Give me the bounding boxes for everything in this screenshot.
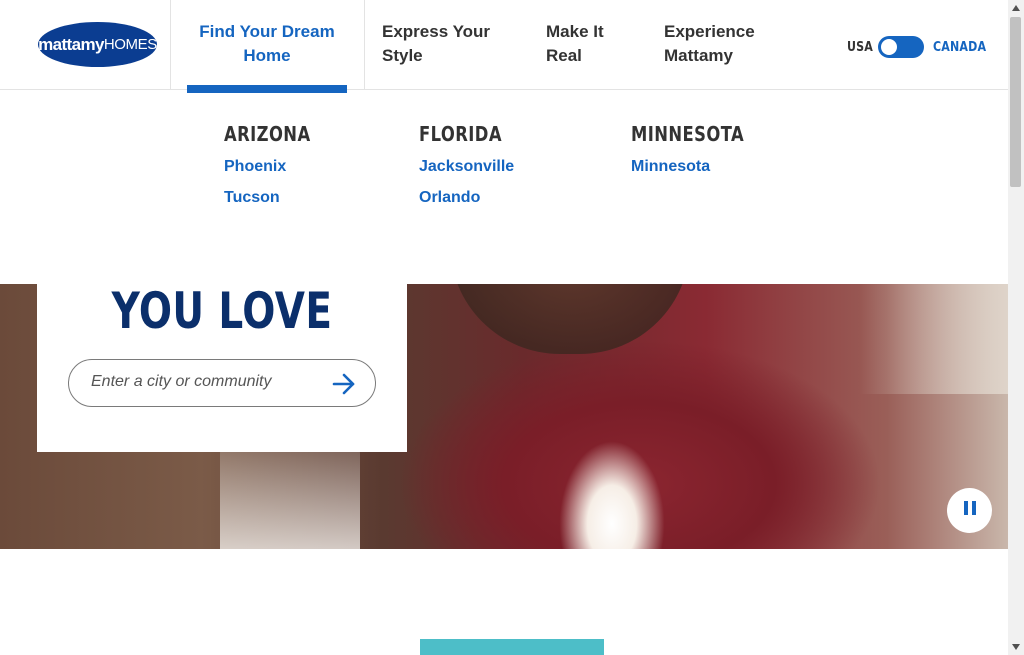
mega-menu-dropdown: ARIZONA Phoenix Tucson FLORIDA Jacksonvi… xyxy=(0,90,1008,284)
menu-column-title: MINNESOTA xyxy=(631,122,745,146)
mattamy-homes-logo[interactable]: mattamy HOMES xyxy=(38,22,157,67)
hero-title: YOU LOVE xyxy=(111,282,333,340)
nav-find-your-dream-home[interactable]: Find Your Dream Home xyxy=(190,20,344,68)
region-switch[interactable] xyxy=(878,36,924,58)
hero-search-card: YOU LOVE xyxy=(37,282,407,452)
active-nav-indicator xyxy=(187,85,347,93)
menu-link-orlando[interactable]: Orlando xyxy=(419,189,520,207)
scroll-down-arrow-icon[interactable] xyxy=(1008,639,1024,655)
menu-link-tucson[interactable]: Tucson xyxy=(224,189,330,207)
region-usa-label[interactable]: USA xyxy=(847,40,873,55)
search-submit-arrow-icon[interactable] xyxy=(331,371,357,397)
logo-text-bold: mattamy xyxy=(38,34,104,54)
nav-express-your-style[interactable]: Express Your Style xyxy=(382,20,490,68)
menu-link-jacksonville[interactable]: Jacksonville xyxy=(419,158,520,176)
logo-text-thin: HOMES xyxy=(103,36,157,53)
pause-icon xyxy=(963,500,977,521)
video-pause-button[interactable] xyxy=(947,488,992,533)
nav-label-line2: Style xyxy=(382,46,423,65)
nav-label-line1: Express Your xyxy=(382,22,491,41)
menu-column-title: FLORIDA xyxy=(419,122,502,146)
switch-knob xyxy=(881,39,897,55)
section-accent-bar xyxy=(420,639,604,655)
region-toggle: USA CANADA xyxy=(847,35,986,59)
nav-make-it-real[interactable]: Make It Real xyxy=(546,20,604,68)
page-scrollbar[interactable] xyxy=(1008,0,1024,655)
nav-label-line2: Home xyxy=(243,46,291,65)
menu-column-arizona: ARIZONA Phoenix Tucson xyxy=(224,122,330,220)
scrollbar-thumb[interactable] xyxy=(1010,17,1021,187)
nav-label-line2: Real xyxy=(546,46,582,65)
menu-column-minnesota: MINNESOTA Minnesota xyxy=(631,122,769,189)
nav-label-line1: Experience xyxy=(664,22,755,41)
menu-link-minnesota[interactable]: Minnesota xyxy=(631,158,769,176)
menu-column-title: ARIZONA xyxy=(224,122,311,146)
region-canada-label[interactable]: CANADA xyxy=(933,40,986,55)
site-header: mattamy HOMES Find Your Dream Home Expres… xyxy=(0,0,1008,90)
nav-label-line1: Make It xyxy=(546,22,604,41)
search-input[interactable] xyxy=(89,372,323,392)
menu-link-phoenix[interactable]: Phoenix xyxy=(224,158,330,176)
menu-column-florida: FLORIDA Jacksonville Orlando xyxy=(419,122,520,220)
search-box xyxy=(68,359,376,407)
scroll-up-arrow-icon[interactable] xyxy=(1008,0,1024,16)
hero-image-detail xyxy=(860,284,1008,394)
nav-divider xyxy=(364,0,365,89)
nav-label-line2: Mattamy xyxy=(664,46,733,65)
nav-experience-mattamy[interactable]: Experience Mattamy xyxy=(664,20,755,68)
nav-label-line1: Find Your Dream xyxy=(199,22,335,41)
hero-image-detail xyxy=(450,284,690,354)
nav-divider xyxy=(170,0,171,89)
